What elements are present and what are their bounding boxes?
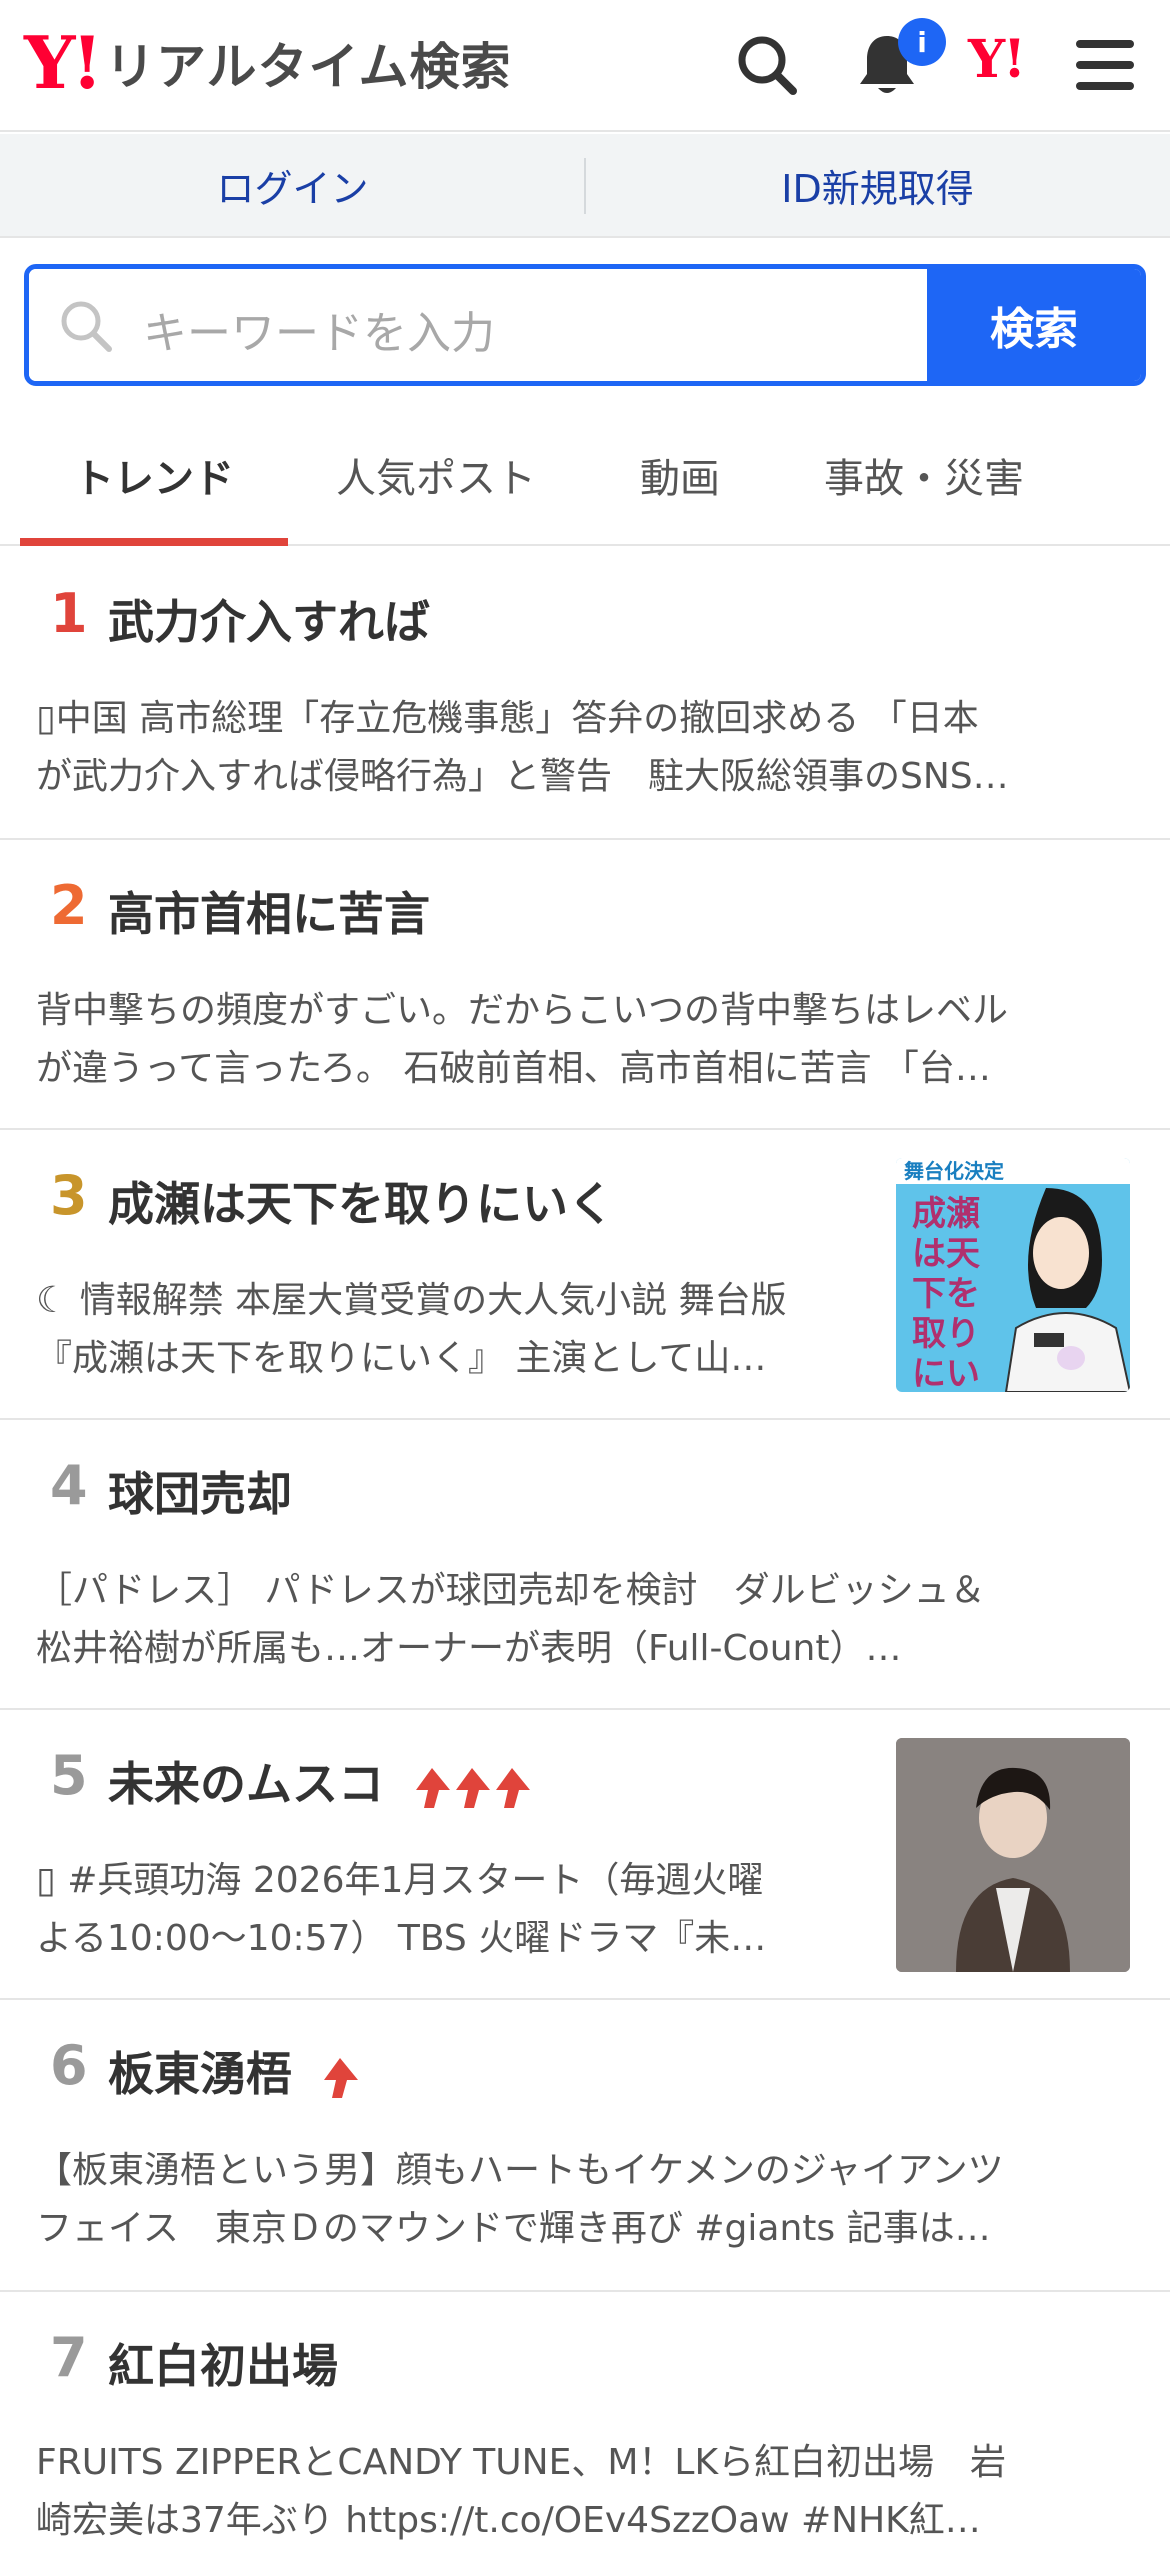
trend-title-row: 未来のムスコ [108,1748,532,1814]
snippet-line: フェイス 東京Ｄのマウンドで輝き再び #giants 記事は… [36,2208,991,2249]
trend-up-arrow-icon [324,2057,359,2098]
trend-snippet: ［パドレス］ パドレスが球団売却を検討 ダルビッシュ＆ 松井裕樹が所属も…オーナ… [36,1562,1146,1678]
tab-videos[interactable]: 動画 [640,446,720,504]
snippet-line: 背中撃ちの頻度がすごい。だからこいつの背中撃ちはレベル [36,990,1009,1031]
trend-title[interactable]: 紅白初出場 [108,2330,338,2396]
snippet-line: 【板東湧梧という男】顔もハートもイケメンのジャイアンツ [36,2150,1004,2191]
trend-up-arrows [412,1766,532,1810]
search-icon[interactable] [732,30,802,100]
search-field-icon [61,301,112,352]
search-bar: キーワードを入力 検索 [24,264,1146,386]
trend-title[interactable]: 未来のムスコ [108,1757,384,1811]
app-header: Y! リアルタイム検索 i Y! [0,0,1170,132]
trend-title[interactable]: 球団売却 [108,1458,292,1524]
trend-item[interactable]: 3 成瀬は天下を取りにいく ☾ 情報解禁 本屋大賞受賞の大人気小説 舞台版 『成… [0,1130,1170,1420]
trend-snippet: 【板東湧梧という男】顔もハートもイケメンのジャイアンツ フェイス 東京Ｄのマウン… [36,2142,1146,2258]
trend-snippet: ☾ 情報解禁 本屋大賞受賞の大人気小説 舞台版 『成瀬は天下を取りにいく』 主演… [36,1272,866,1388]
trend-up-arrow-icon [416,1767,451,1808]
trend-snippet: ▯中国 高市総理「存立危機事態」答弁の撤回求める 「日本 が武力介入すれば侵略行… [36,690,1146,806]
trend-up-arrow-icon [456,1767,491,1808]
tab-trend[interactable]: トレンド [74,446,234,504]
trend-title-row: 板東湧梧 [108,2038,360,2104]
notification-badge: i [898,18,946,66]
snippet-line: 松井裕樹が所属も…オーナーが表明（Full-Count）… [36,1628,902,1669]
trend-item[interactable]: 7 紅白初出場 FRUITS ZIPPERとCANDY TUNE、M！LKら紅白… [0,2292,1170,2552]
trend-rank: 2 [50,874,88,937]
trend-item[interactable]: 4 球団売却 ［パドレス］ パドレスが球団売却を検討 ダルビッシュ＆ 松井裕樹が… [0,1420,1170,1710]
illustration-girl [1004,1188,1130,1392]
portrait-photo [896,1738,1130,1972]
yahoo-account-icon[interactable]: Y! [968,34,1026,86]
trend-thumbnail[interactable] [896,1738,1130,1972]
trend-snippet: FRUITS ZIPPERとCANDY TUNE、M！LKら紅白初出場 岩 崎宏… [36,2434,1146,2550]
trend-title[interactable]: 成瀬は天下を取りにいく [108,1168,614,1234]
snippet-line: 『成瀬は天下を取りにいく』 主演として山… [36,1338,767,1379]
trend-rank: 6 [50,2034,88,2097]
snippet-line: ▯中国 高市総理「存立危機事態」答弁の撤回求める 「日本 [36,698,979,739]
snippet-line: ☾ 情報解禁 本屋大賞受賞の大人気小説 舞台版 [36,1280,787,1321]
snippet-line: よる10:00〜10:57） TBS 火曜ドラマ『未… [36,1918,767,1959]
signup-link[interactable]: ID新規取得 [585,158,1170,213]
snippet-line: FRUITS ZIPPERとCANDY TUNE、M！LKら紅白初出場 岩 [36,2442,1007,2483]
trend-title[interactable]: 板東湧梧 [108,2047,292,2101]
snippet-line: ▯ #兵頭功海 2026年1月スタート（毎週火曜 [36,1860,764,1901]
hamburger-menu-icon[interactable] [1070,30,1140,100]
search-input[interactable]: キーワードを入力 [29,269,927,381]
trend-rank: 4 [50,1454,88,1517]
yahoo-realtime-logo[interactable]: Y! リアルタイム検索 [24,20,512,105]
category-tabs: トレンド 人気ポスト 動画 事故・災害 [0,410,1170,546]
trend-item[interactable]: 2 高市首相に苦言 背中撃ちの頻度がすごい。だからこいつの背中撃ちはレベル が違… [0,840,1170,1130]
search-placeholder: キーワードを入力 [143,308,495,359]
logo-text: リアルタイム検索 [105,38,512,96]
login-link[interactable]: ログイン [0,158,585,213]
trend-item[interactable]: 1 武力介入すれば ▯中国 高市総理「存立危機事態」答弁の撤回求める 「日本 が… [0,548,1170,840]
tab-popular-posts[interactable]: 人気ポスト [336,446,536,504]
trend-thumbnail[interactable]: 舞台化決定 成瀬は天下を取りにいく [896,1158,1130,1392]
trend-item[interactable]: 6 板東湧梧 【板東湧梧という男】顔もハートもイケメンのジャイアンツ フェイス … [0,2000,1170,2292]
trend-snippet: ▯ #兵頭功海 2026年1月スタート（毎週火曜 よる10:00〜10:57） … [36,1852,866,1968]
yahoo-logo-mark: Y! [24,20,103,105]
active-tab-indicator [20,538,288,546]
snippet-line: ［パドレス］ パドレスが球団売却を検討 ダルビッシュ＆ [36,1570,986,1611]
divider [584,158,586,214]
tab-accidents-disasters[interactable]: 事故・災害 [824,446,1024,504]
snippet-line: 崎宏美は37年ぶり https://t.co/OEv4SzzOaw #NHK紅… [36,2500,981,2541]
trend-rank: 5 [50,1744,88,1807]
search-button[interactable]: 検索 [927,269,1141,381]
account-bar: ログイン ID新規取得 [0,134,1170,238]
trend-title[interactable]: 武力介入すれば [108,586,430,652]
trend-rank: 3 [50,1164,88,1227]
trend-rank: 7 [50,2326,88,2389]
snippet-line: が武力介入すれば侵略行為」と警告 駐大阪総領事のSNS… [36,756,1009,797]
trend-up-arrow-icon [496,1767,531,1808]
trend-rank: 1 [50,582,88,645]
trend-title[interactable]: 高市首相に苦言 [108,878,430,944]
trend-up-arrows [320,2056,360,2100]
snippet-line: が違うって言ったろ。 石破前首相、高市首相に苦言 「台… [36,1048,991,1089]
trend-snippet: 背中撃ちの頻度がすごい。だからこいつの背中撃ちはレベル が違うって言ったろ。 石… [36,982,1146,1098]
trend-item[interactable]: 5 未来のムスコ ▯ #兵頭功海 2026年1月スタート（毎週火曜 よる10:0… [0,1710,1170,2000]
